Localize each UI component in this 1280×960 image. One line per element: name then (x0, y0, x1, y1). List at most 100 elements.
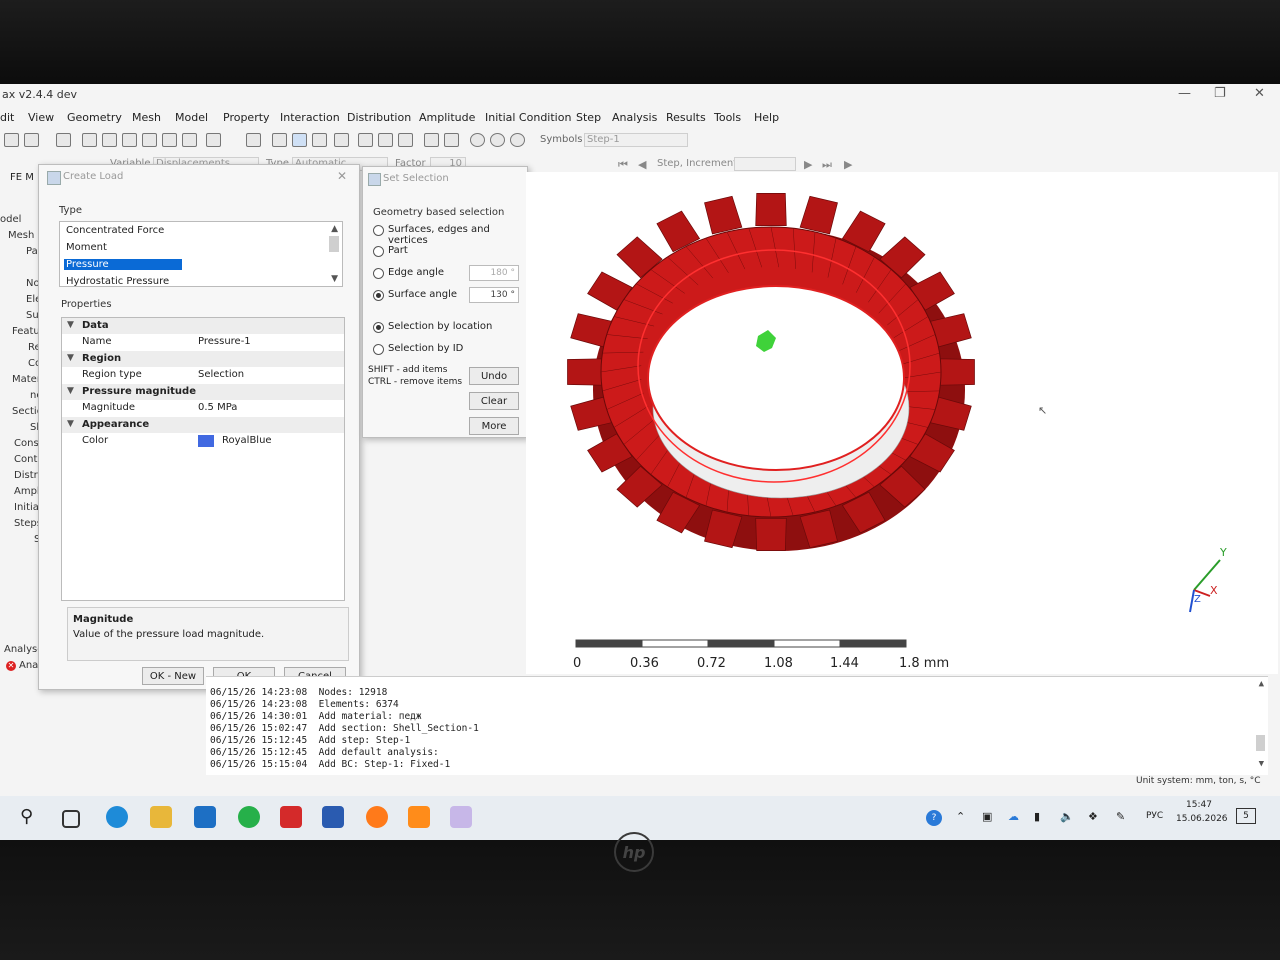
word-icon[interactable] (322, 806, 344, 828)
scroll-up-icon[interactable]: ▲ (331, 224, 338, 234)
tray-expand-icon[interactable]: ⌃ (956, 810, 965, 823)
show-all-icon[interactable] (510, 133, 525, 147)
menu-geometry[interactable]: Geometry (67, 111, 122, 124)
radio-surfaces-edges-vertices[interactable] (373, 225, 384, 236)
show-icon[interactable] (470, 133, 485, 147)
undo-button[interactable]: Undo (469, 367, 519, 385)
menu-analysis[interactable]: Analysis (612, 111, 657, 124)
new-icon[interactable] (4, 133, 19, 147)
prepomax-icon[interactable] (450, 806, 472, 828)
wps-office-icon[interactable] (280, 806, 302, 828)
pick-icon[interactable] (424, 133, 439, 147)
part-icon[interactable] (358, 133, 373, 147)
menu-help[interactable]: Help (754, 111, 779, 124)
first-frame-icon[interactable]: ⏮ (618, 158, 628, 172)
region-type-value[interactable]: Selection (198, 369, 244, 380)
whatsapp-icon[interactable] (238, 806, 260, 828)
menu-mesh[interactable]: Mesh (132, 111, 161, 124)
view-top-icon[interactable] (122, 133, 137, 147)
radio-part[interactable] (373, 246, 384, 257)
menu-view[interactable]: View (28, 111, 54, 124)
menu-amplitude[interactable]: Amplitude (419, 111, 475, 124)
model-viewport[interactable]: Y XZ ↖ (526, 172, 1278, 674)
device-icon[interactable]: ▣ (982, 810, 992, 823)
assembly-icon[interactable] (378, 133, 393, 147)
list-scrollbar[interactable] (329, 236, 339, 252)
radio-selection-by-location[interactable] (373, 322, 384, 333)
blender-icon[interactable] (366, 806, 388, 828)
mail-icon[interactable] (194, 806, 216, 828)
cloud-icon[interactable]: ☁ (1008, 810, 1019, 823)
close-icon[interactable]: ✕ (1254, 86, 1265, 101)
hidden-line-icon[interactable] (312, 133, 327, 147)
edges-icon[interactable] (334, 133, 349, 147)
property-row-region-type[interactable]: Region type Selection (62, 367, 344, 383)
tree-item[interactable]: Mesh (8, 230, 34, 241)
next-frame-icon[interactable]: ▶ (804, 158, 812, 171)
step-select[interactable]: Step-1 (584, 133, 688, 147)
list-item[interactable]: Hydrostatic Pressure (64, 276, 182, 286)
edge-angle-input[interactable]: 180 ° (469, 265, 519, 281)
edge-browser-icon[interactable] (106, 806, 128, 828)
menu-property[interactable]: Property (223, 111, 270, 124)
menu-interaction[interactable]: Interaction (280, 111, 340, 124)
unpick-icon[interactable] (444, 133, 459, 147)
task-view-icon[interactable] (62, 810, 80, 828)
ok-new-button[interactable]: OK - New (142, 667, 204, 685)
shaded-icon[interactable] (292, 133, 307, 147)
list-item[interactable]: Concentrated Force (64, 225, 182, 236)
scroll-down-icon[interactable]: ▼ (1259, 759, 1264, 769)
refresh-icon[interactable] (398, 133, 413, 147)
search-icon[interactable]: ⚲ (20, 806, 42, 828)
more-button[interactable]: More (469, 417, 519, 435)
menu-distribution[interactable]: Distribution (347, 111, 411, 124)
tree-item[interactable]: odel (0, 214, 21, 225)
step-increment-select[interactable] (734, 157, 796, 171)
view-right-icon[interactable] (182, 133, 197, 147)
property-category-data[interactable]: ▼ Data (62, 318, 344, 334)
scroll-up-icon[interactable]: ▲ (1259, 679, 1264, 689)
scroll-down-icon[interactable]: ▼ (331, 274, 338, 284)
property-category-appearance[interactable]: ▼ Appearance (62, 417, 344, 433)
menu-step[interactable]: Step (576, 111, 601, 124)
gear-mesh-render[interactable]: Y XZ (526, 172, 1278, 674)
menu-edit[interactable]: dit (0, 111, 14, 124)
volume-icon[interactable]: 🔈 (1060, 810, 1074, 823)
clock-date[interactable]: 15.06.2026 (1176, 814, 1228, 824)
clear-button[interactable]: Clear (469, 392, 519, 410)
radio-selection-by-id[interactable] (373, 344, 384, 355)
pen-icon[interactable]: ✎ (1116, 810, 1125, 823)
file-explorer-icon[interactable] (150, 806, 172, 828)
menu-tools[interactable]: Tools (714, 111, 741, 124)
view-front-icon[interactable] (82, 133, 97, 147)
wireframe-icon[interactable] (272, 133, 287, 147)
magnitude-value[interactable]: 0.5 MPa (198, 402, 237, 413)
property-row-magnitude[interactable]: Magnitude 0.5 MPa (62, 400, 344, 416)
presentation-icon[interactable] (408, 806, 430, 828)
list-item[interactable]: Moment (64, 242, 182, 253)
view-back-icon[interactable] (102, 133, 117, 147)
property-row-color[interactable]: Color RoyalBlue (62, 433, 344, 449)
view-left-icon[interactable] (162, 133, 177, 147)
help-icon[interactable]: ? (926, 810, 942, 826)
notifications-icon[interactable]: 5 (1236, 808, 1256, 824)
maximize-icon[interactable]: ❐ (1214, 86, 1226, 101)
view-iso-icon[interactable] (206, 133, 221, 147)
property-category-pressure-magnitude[interactable]: ▼ Pressure magnitude (62, 384, 344, 400)
hide-icon[interactable] (490, 133, 505, 147)
property-category-region[interactable]: ▼ Region (62, 351, 344, 367)
battery-icon[interactable]: ▮ (1034, 810, 1040, 823)
zoom-icon[interactable] (56, 133, 71, 147)
radio-edge-angle[interactable] (373, 268, 384, 279)
minimize-icon[interactable]: — (1178, 86, 1191, 101)
tree-item[interactable]: Su (26, 310, 39, 321)
color-value[interactable]: RoyalBlue (222, 435, 272, 446)
name-value[interactable]: Pressure-1 (198, 336, 251, 347)
surface-angle-input[interactable]: 130 ° (469, 287, 519, 303)
load-type-list[interactable]: Concentrated Force Moment Pressure Hydro… (59, 221, 343, 287)
menu-results[interactable]: Results (666, 111, 706, 124)
tree-item[interactable]: Pa (26, 246, 38, 257)
dialog-close-icon[interactable]: ✕ (337, 169, 347, 183)
render-icon[interactable] (246, 133, 261, 147)
view-bottom-icon[interactable] (142, 133, 157, 147)
